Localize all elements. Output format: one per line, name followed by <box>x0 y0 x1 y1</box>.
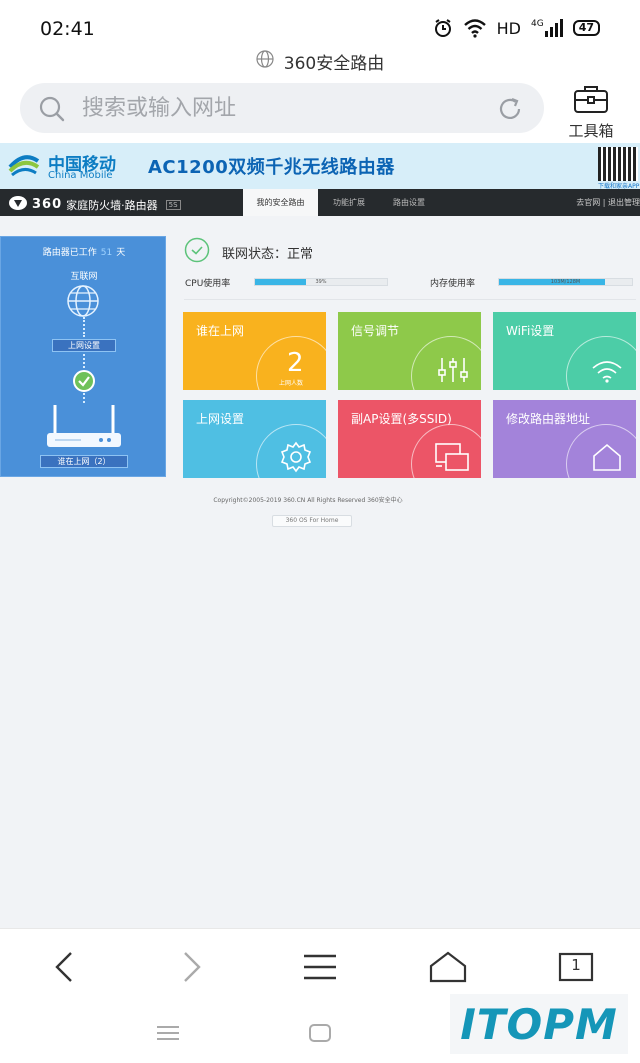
brand-text: 家庭防火墙·路由器 <box>66 198 158 212</box>
shield-icon <box>8 195 28 214</box>
china-mobile-en: China Mobile <box>48 170 113 181</box>
tile-wifi-settings[interactable]: WiFi设置 <box>493 312 636 390</box>
online-count-label: 上网人数 <box>279 380 304 387</box>
tile-title: 副AP设置(多SSID) <box>351 412 452 426</box>
tile-sub-ap-settings[interactable]: 副AP设置(多SSID) <box>338 400 481 478</box>
signal-icon: 4G <box>531 19 563 37</box>
china-mobile-banner[interactable]: 中国移动 China Mobile AC1200双频千兆无线路由器 下载和家亲A… <box>0 143 640 190</box>
wifi-icon <box>590 358 624 388</box>
tab-router-settings[interactable]: 路由设置 <box>380 189 438 216</box>
banner-product-text: AC1200双频千兆无线路由器 <box>148 157 395 178</box>
menu-button[interactable] <box>300 947 340 987</box>
model-tag: 5S <box>165 199 181 210</box>
chevron-right-icon <box>184 952 201 982</box>
globe-icon <box>256 49 274 73</box>
itopm-watermark: ITOPM <box>450 994 628 1054</box>
memory-usage-bar: 103M/128M <box>498 278 633 286</box>
internet-label: 互联网 <box>70 272 98 282</box>
toolbox-button[interactable]: 工具箱 <box>556 84 626 140</box>
square-icon <box>309 1024 331 1042</box>
tile-signal-adjust[interactable]: 信号调节 <box>338 312 481 390</box>
connector-dots <box>83 354 85 368</box>
status-icons: HD 4G 47 <box>433 18 600 38</box>
cpu-usage-bar: 39% <box>254 278 388 286</box>
brand-number: 360 <box>32 197 63 212</box>
divider <box>184 299 636 300</box>
tile-title: 上网设置 <box>196 412 245 426</box>
alarm-icon <box>433 18 453 38</box>
tile-who-online[interactable]: 谁在上网 2 上网人数 <box>183 312 326 390</box>
tile-title: 谁在上网 <box>196 324 245 338</box>
qr-code-icon <box>598 147 638 181</box>
battery-indicator: 47 <box>572 20 600 36</box>
connector-dots <box>83 393 85 403</box>
network-status-text: 联网状态：正常 <box>222 246 314 262</box>
online-count: 2 <box>287 348 304 378</box>
cpu-usage-value: 39% <box>315 279 327 285</box>
status-time: 02:41 <box>40 18 95 40</box>
tile-title: 信号调节 <box>351 324 400 338</box>
network-settings-button[interactable]: 上网设置 <box>52 339 116 352</box>
page-title: 360安全路由 <box>283 53 385 74</box>
router-navbar: 360 家庭防火墙·路由器 5S 我的安全路由 功能扩展 路由设置 去官网 | … <box>0 189 640 216</box>
router-device-icon <box>45 403 123 455</box>
forward-button[interactable] <box>172 947 212 987</box>
tile-title: 修改路由器地址 <box>506 412 591 426</box>
tab-extensions[interactable]: 功能扩展 <box>320 189 378 216</box>
tab-my-router[interactable]: 我的安全路由 <box>243 189 318 216</box>
toolbox-label: 工具箱 <box>568 122 614 140</box>
nav-right-links[interactable]: 去官网 | 退出管理 <box>576 197 640 208</box>
webpage-content: 中国移动 China Mobile AC1200双频千兆无线路由器 下载和家亲A… <box>0 143 640 928</box>
memory-label: 内存使用率 <box>430 279 476 289</box>
tabs-button[interactable]: 1 <box>556 947 596 987</box>
network-status: 联网状态：正常 <box>184 237 313 267</box>
search-icon <box>38 95 66 127</box>
tile-network-settings[interactable]: 上网设置 <box>183 400 326 478</box>
china-mobile-logo-icon <box>6 151 42 181</box>
back-button[interactable] <box>44 947 84 987</box>
status-check-icon <box>184 237 210 267</box>
wifi-icon <box>463 18 487 38</box>
multi-ssid-icon <box>434 442 470 476</box>
home-button[interactable] <box>428 947 468 987</box>
address-bar[interactable] <box>20 83 544 133</box>
cpu-label: CPU使用率 <box>185 279 231 289</box>
topology-panel: 路由器已工作 51 天 互联网 上网设置 谁在上网（2） <box>0 236 166 477</box>
network-type: HD <box>496 18 521 38</box>
internet-globe-icon <box>63 285 103 321</box>
home-icon <box>429 951 467 983</box>
page-title-row: 360安全路由 <box>0 48 640 74</box>
search-input[interactable] <box>82 83 482 133</box>
browser-bottom-nav: 1 <box>0 928 640 1004</box>
sliders-icon <box>436 356 470 388</box>
chevron-left-icon <box>55 952 72 982</box>
os-label: 360 OS For Home <box>272 515 352 527</box>
who-online-button[interactable]: 谁在上网（2） <box>40 455 128 468</box>
tab-count: 1 <box>571 956 581 974</box>
recent-apps-button[interactable] <box>156 1024 180 1046</box>
gear-icon <box>279 440 313 478</box>
status-bar: 02:41 HD 4G 47 <box>0 0 640 50</box>
connector-dots <box>83 317 85 337</box>
toolbox-icon <box>573 86 609 118</box>
system-home-button[interactable] <box>308 1023 332 1047</box>
tile-title: WiFi设置 <box>506 324 555 338</box>
memory-usage-value: 103M/128M <box>550 279 581 285</box>
uptime: 路由器已工作 51 天 <box>42 248 126 258</box>
tile-change-router-address[interactable]: 修改路由器地址 <box>493 400 636 478</box>
router-brand: 360 家庭防火墙·路由器 5S <box>8 195 181 214</box>
copyright-text: Copyright©2005-2019 360.CN All Rights Re… <box>213 497 403 504</box>
recent-apps-icon <box>157 1026 179 1040</box>
refresh-icon[interactable] <box>496 95 524 127</box>
menu-icon <box>304 954 336 980</box>
home-icon <box>591 442 623 476</box>
